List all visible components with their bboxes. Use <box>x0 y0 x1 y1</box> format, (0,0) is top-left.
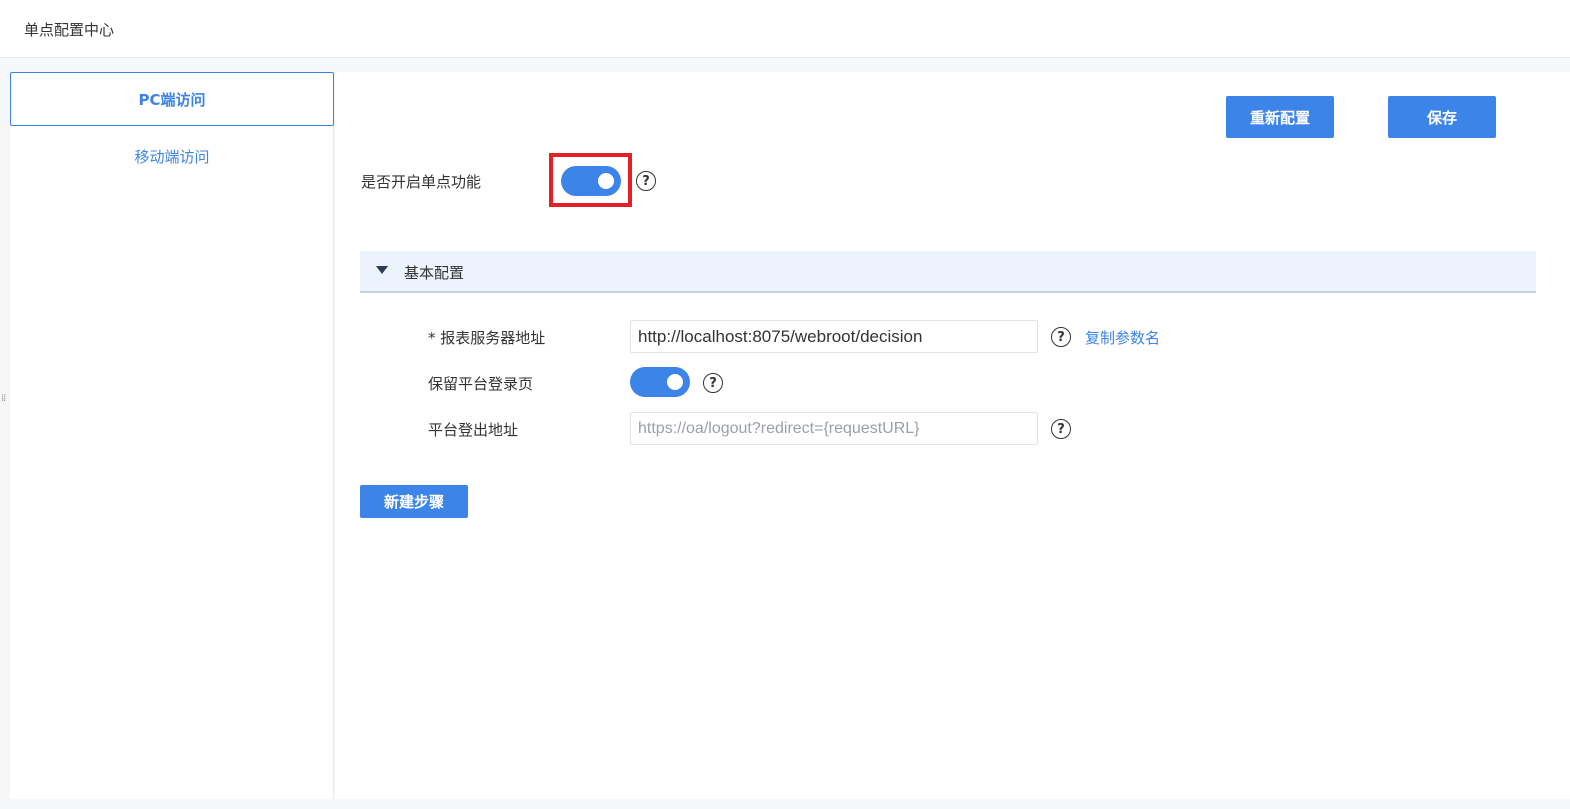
logout-address-label: 平台登出地址 <box>428 421 519 439</box>
toggle-knob <box>667 374 683 390</box>
page-title: 单点配置中心 <box>24 21 115 39</box>
sidebar-item-pc-access[interactable]: PC端访问 <box>10 72 334 126</box>
logout-address-input[interactable]: https://oa/logout?redirect={requestURL} <box>630 412 1038 445</box>
new-step-button[interactable]: 新建步骤 <box>360 485 468 518</box>
save-button[interactable]: 保存 <box>1388 96 1496 138</box>
top-bar: 单点配置中心 <box>0 0 1570 58</box>
help-circle-icon[interactable]: ? <box>636 171 656 191</box>
sso-enable-toggle[interactable] <box>561 166 621 196</box>
server-address-input[interactable]: http://localhost:8075/webroot/decision <box>630 320 1038 353</box>
help-circle-icon[interactable]: ? <box>1051 419 1071 439</box>
help-circle-icon[interactable]: ? <box>1051 327 1071 347</box>
section-title: 基本配置 <box>404 264 465 282</box>
main-panel: 重新配置 保存 是否开启单点功能 ? 基本配置 * 报表服务器地址 http:/… <box>335 72 1570 799</box>
toggle-knob <box>598 173 614 189</box>
resize-handle-icon[interactable]: ⁞⁞ <box>1 394 7 414</box>
sso-enable-label: 是否开启单点功能 <box>361 173 482 191</box>
basic-config-section-header[interactable]: 基本配置 <box>360 251 1536 293</box>
server-address-label: * 报表服务器地址 <box>428 329 546 347</box>
sidebar-item-label: PC端访问 <box>138 90 206 109</box>
sidebar: PC端访问 移动端访问 <box>10 72 334 799</box>
reconfigure-button[interactable]: 重新配置 <box>1226 96 1334 138</box>
keep-login-page-label: 保留平台登录页 <box>428 375 534 393</box>
keep-login-page-toggle[interactable] <box>630 367 690 397</box>
sidebar-item-label: 移动端访问 <box>134 147 210 166</box>
sidebar-item-mobile-access[interactable]: 移动端访问 <box>10 129 334 183</box>
help-circle-icon[interactable]: ? <box>703 373 723 393</box>
copy-param-name-link[interactable]: 复制参数名 <box>1085 327 1160 348</box>
caret-down-icon[interactable] <box>376 266 388 274</box>
